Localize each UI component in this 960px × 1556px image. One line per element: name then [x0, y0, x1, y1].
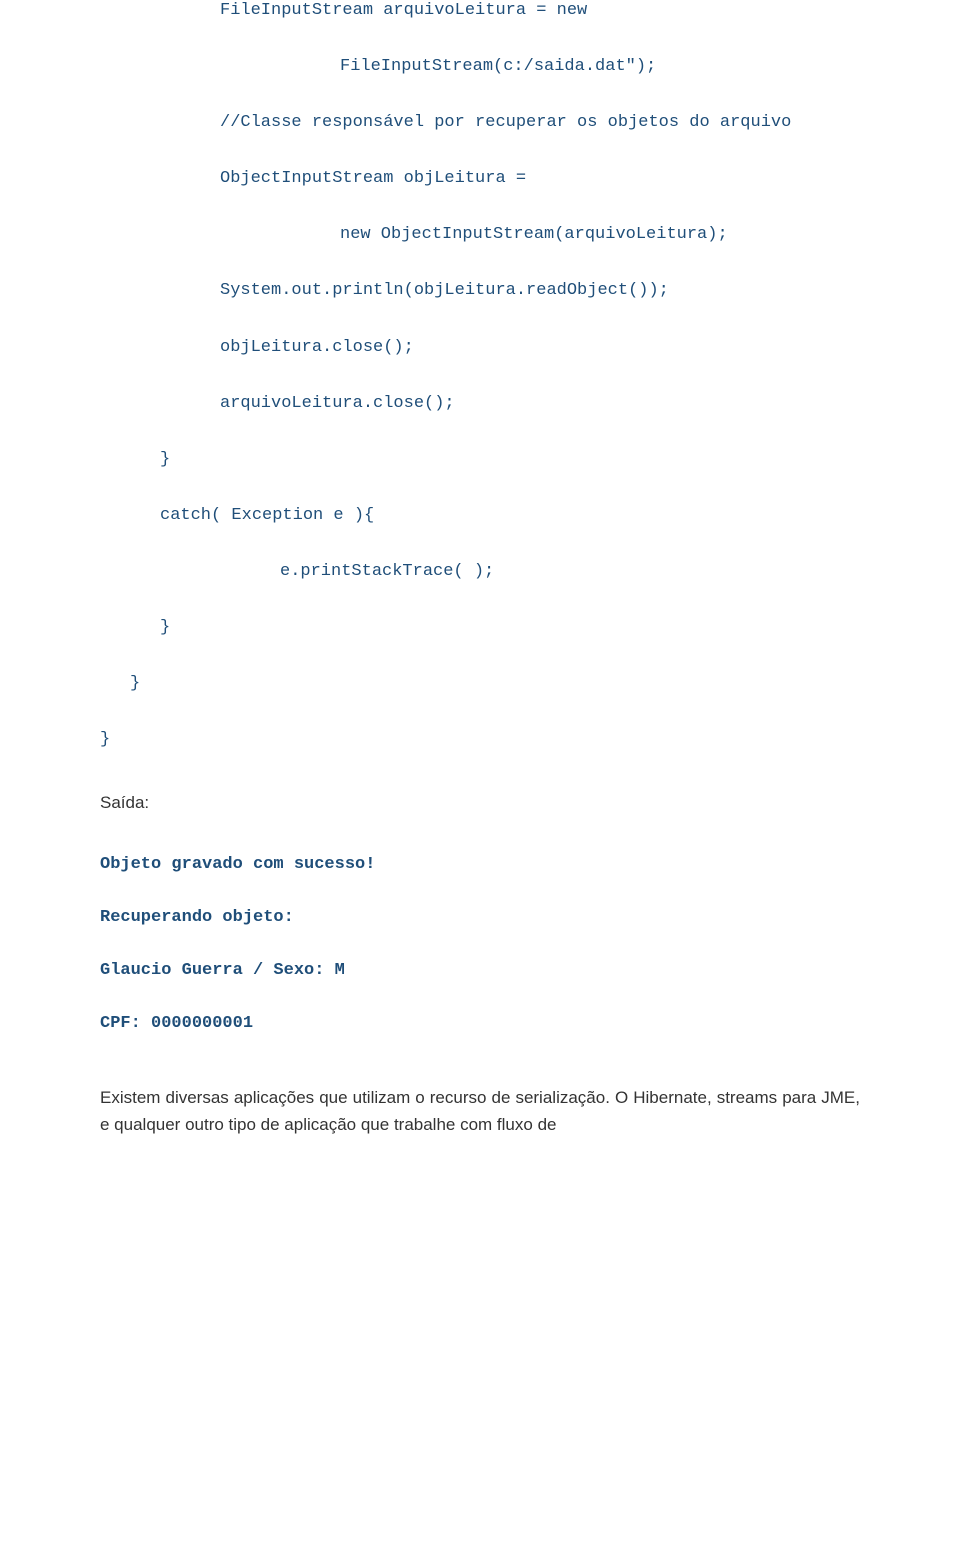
- output-line: Recuperando objeto:: [100, 908, 860, 927]
- output-label: Saída:: [100, 793, 860, 813]
- code-line: //Classe responsável por recuperar os ob…: [100, 112, 860, 134]
- code-line: e.printStackTrace( );: [100, 561, 860, 583]
- code-line: FileInputStream(c:/saida.dat");: [100, 56, 860, 78]
- code-line: arquivoLeitura.close();: [100, 393, 860, 415]
- body-paragraph: Existem diversas aplicações que utilizam…: [100, 1085, 860, 1138]
- code-line: }: [100, 449, 860, 471]
- code-line: System.out.println(objLeitura.readObject…: [100, 280, 860, 302]
- code-line: ObjectInputStream objLeitura =: [100, 168, 860, 190]
- code-line: }: [100, 617, 860, 639]
- code-line: catch( Exception e ){: [100, 505, 860, 527]
- document-page: FileInputStream arquivoLeitura = new Fil…: [0, 0, 960, 1178]
- code-line: new ObjectInputStream(arquivoLeitura);: [100, 224, 860, 246]
- code-line: }: [100, 673, 860, 695]
- code-line: objLeitura.close();: [100, 337, 860, 359]
- code-line: FileInputStream arquivoLeitura = new: [100, 0, 860, 22]
- output-line: Glaucio Guerra / Sexo: M: [100, 961, 860, 980]
- output-line: Objeto gravado com sucesso!: [100, 855, 860, 874]
- code-line: }: [100, 729, 860, 751]
- output-line: CPF: 0000000001: [100, 1014, 860, 1033]
- code-block: FileInputStream arquivoLeitura = new: [100, 0, 860, 22]
